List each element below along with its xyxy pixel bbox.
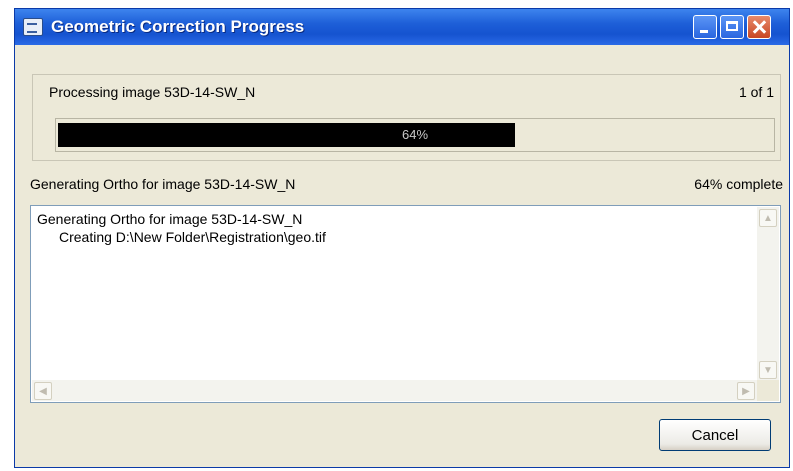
status-percent-complete: 64% complete [694,176,783,192]
cancel-button[interactable]: Cancel [659,419,771,451]
scrollbar-corner [757,380,779,401]
maximize-button[interactable] [720,15,744,39]
scroll-left-icon[interactable]: ◀ [34,382,52,400]
status-message: Generating Ortho for image 53D-14-SW_N [30,176,296,192]
app-icon [23,18,43,36]
image-count-label: 1 of 1 [738,84,774,100]
progress-percent-text: 64% [401,127,429,142]
log-textbox[interactable]: Generating Ortho for image 53D-14-SW_N C… [30,205,781,403]
progress-dialog: Geometric Correction Progress Processing… [14,8,790,468]
log-line: Generating Ortho for image 53D-14-SW_N [37,211,303,227]
log-line: Creating D:\New Folder\Registration\geo.… [59,229,326,245]
processing-group: Processing image 53D-14-SW_N 1 of 1 64% [32,74,781,161]
title-bar[interactable]: Geometric Correction Progress [15,9,789,45]
vertical-scrollbar[interactable]: ▲ ▼ [757,207,779,381]
scroll-up-icon[interactable]: ▲ [759,209,777,227]
processing-label: Processing image 53D-14-SW_N [49,84,256,100]
progress-bar: 64% [55,118,775,152]
scroll-right-icon[interactable]: ▶ [737,382,755,400]
minimize-button[interactable] [693,15,717,39]
close-button[interactable] [747,15,771,39]
horizontal-scrollbar[interactable]: ◀ ▶ [32,380,757,401]
scroll-down-icon[interactable]: ▼ [759,361,777,379]
window-title: Geometric Correction Progress [51,17,305,36]
